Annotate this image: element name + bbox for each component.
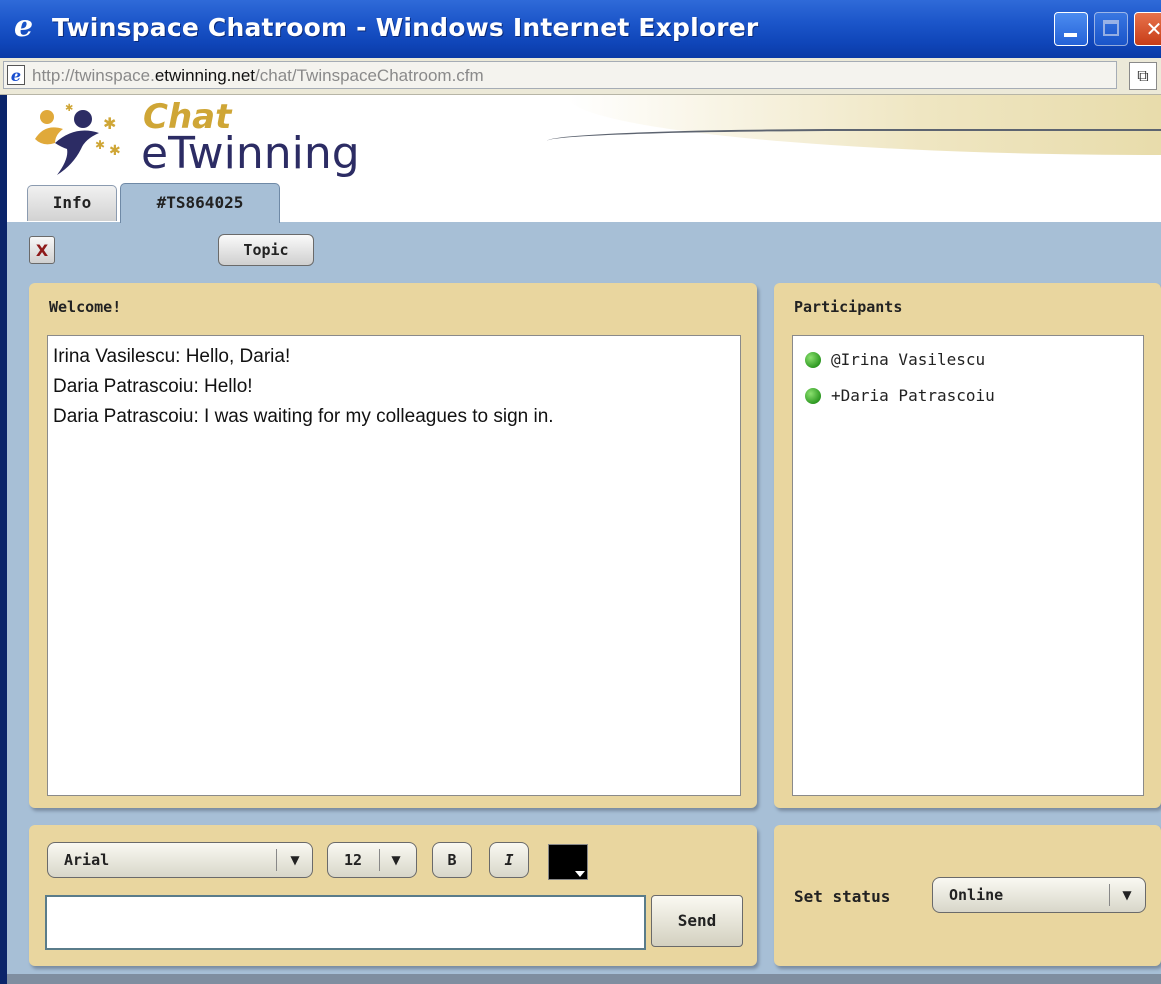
- font-select-value: Arial: [64, 851, 110, 869]
- etwinning-logo-icon: ✱ ✱ ✱ ✱: [35, 103, 121, 175]
- online-status-icon: [805, 388, 821, 404]
- header-swoosh-line: [547, 129, 1161, 141]
- send-button[interactable]: Send: [651, 895, 743, 947]
- url-prefix: http://twinspace.: [32, 66, 155, 85]
- url-text: http://twinspace.etwinning.net/chat/Twin…: [32, 64, 484, 88]
- tab-room[interactable]: #TS864025: [120, 183, 280, 223]
- header-swoosh: [567, 95, 1161, 155]
- ie-logo-icon: e: [14, 9, 34, 44]
- tab-info[interactable]: Info: [27, 185, 117, 221]
- ie-page-icon: e: [7, 65, 25, 85]
- minimize-icon: [1064, 33, 1077, 37]
- participants-panel: Participants @Irina Vasilescu +Daria Pat…: [774, 283, 1161, 808]
- close-icon: ✕: [1145, 17, 1161, 41]
- url-field[interactable]: e http://twinspace.etwinning.net/chat/Tw…: [3, 61, 1117, 89]
- font-select-divider: [276, 849, 277, 871]
- close-room-button[interactable]: X: [29, 236, 55, 264]
- maximize-icon: [1103, 20, 1119, 36]
- svg-text:✱: ✱: [109, 143, 121, 159]
- svg-text:✱: ✱: [103, 114, 116, 133]
- title-bar[interactable]: e Twinspace Chatroom - Windows Internet …: [0, 0, 1161, 58]
- participant-name: @Irina Vasilescu: [831, 350, 986, 369]
- chat-message: Irina Vasilescu: Hello, Daria!: [53, 346, 291, 367]
- font-size-value: 12: [344, 851, 363, 869]
- italic-button[interactable]: I: [489, 842, 529, 878]
- bottom-strip: [7, 974, 1161, 984]
- participant-item[interactable]: +Daria Patrascoiu: [805, 382, 1131, 418]
- status-select-divider: [1109, 884, 1110, 906]
- page-action-icon[interactable]: ⧉: [1129, 62, 1157, 90]
- status-select-value: Online: [949, 886, 1004, 904]
- participant-name: +Daria Patrascoiu: [831, 386, 995, 405]
- status-select[interactable]: Online ▼: [932, 877, 1146, 913]
- font-size-divider: [379, 849, 380, 871]
- chat-message: Daria Patrascoiu: I was waiting for my c…: [53, 406, 554, 427]
- chat-panel-title: Welcome!: [49, 298, 122, 316]
- browser-window: e Twinspace Chatroom - Windows Internet …: [0, 0, 1161, 984]
- app-header: ✱ ✱ ✱ ✱ Chat eTwinning Info #TS864025: [7, 95, 1161, 223]
- topic-button[interactable]: Topic: [218, 234, 314, 266]
- chat-toolbar: X Topic: [7, 222, 1161, 274]
- minimize-button[interactable]: [1054, 12, 1088, 46]
- message-input[interactable]: [45, 895, 646, 950]
- close-window-button[interactable]: ✕: [1134, 12, 1161, 46]
- color-dropdown-icon: [575, 871, 585, 877]
- status-panel: Set status Online ▼: [774, 825, 1161, 966]
- svg-text:✱: ✱: [95, 138, 105, 152]
- chat-message: Daria Patrascoiu: Hello!: [53, 376, 253, 397]
- chevron-down-icon: ▼: [1122, 888, 1132, 902]
- url-path: /chat/TwinspaceChatroom.cfm: [255, 66, 484, 85]
- svg-text:✱: ✱: [65, 103, 73, 114]
- logo-etwinning-text: eTwinning: [141, 128, 360, 179]
- participants-title: Participants: [794, 298, 903, 316]
- chat-panel: Welcome! Irina Vasilescu: Hello, Daria! …: [29, 283, 757, 808]
- chevron-down-icon: ▼: [290, 853, 300, 867]
- maximize-button[interactable]: [1094, 12, 1128, 46]
- window-title: Twinspace Chatroom - Windows Internet Ex…: [52, 13, 759, 42]
- font-size-select[interactable]: 12 ▼: [327, 842, 417, 878]
- chat-log[interactable]: Irina Vasilescu: Hello, Daria! Daria Pat…: [47, 335, 741, 796]
- url-domain: etwinning.net: [154, 66, 256, 85]
- set-status-label: Set status: [794, 887, 891, 906]
- chat-app: ✱ ✱ ✱ ✱ Chat eTwinning Info #TS864025 X …: [7, 95, 1161, 984]
- participant-item[interactable]: @Irina Vasilescu: [805, 346, 1131, 382]
- font-select[interactable]: Arial ▼: [47, 842, 313, 878]
- chevron-down-icon: ▼: [391, 853, 401, 867]
- text-color-picker[interactable]: [548, 844, 588, 880]
- participants-list[interactable]: @Irina Vasilescu +Daria Patrascoiu: [792, 335, 1144, 796]
- address-bar: e http://twinspace.etwinning.net/chat/Tw…: [0, 58, 1161, 95]
- bold-button[interactable]: B: [432, 842, 472, 878]
- online-status-icon: [805, 352, 821, 368]
- compose-panel: Arial ▼ 12 ▼ B I Send: [29, 825, 757, 966]
